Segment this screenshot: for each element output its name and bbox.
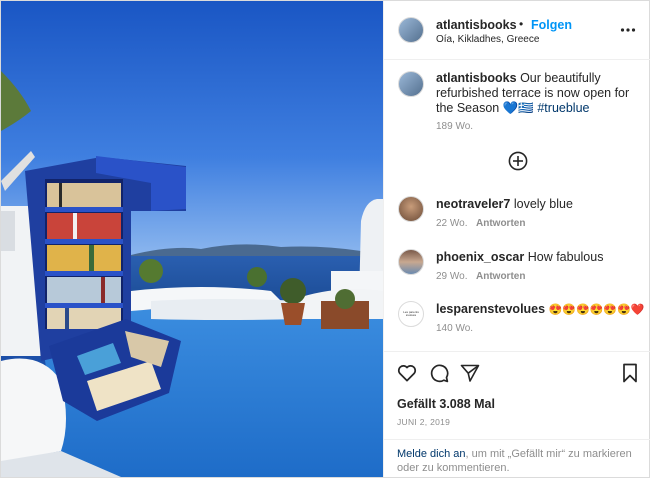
caption-username[interactable]: atlantisbooks	[436, 71, 517, 85]
commenter-avatar[interactable]	[398, 196, 424, 222]
heart-icon[interactable]	[397, 364, 417, 382]
comments-section: atlantisbooks Our beautifully refurbishe…	[384, 59, 650, 351]
avatar-logo-text: Les parents évolués	[403, 310, 419, 317]
terrace-bookshelf-photo	[1, 1, 383, 477]
comment-username[interactable]: lesparenstevolues	[436, 302, 545, 316]
comment-text: How fabulous	[527, 250, 604, 264]
reply-button[interactable]: Antworten	[476, 218, 525, 229]
caption-avatar[interactable]	[398, 71, 424, 97]
comment-age[interactable]: 29 Wo.	[436, 271, 468, 282]
login-prompt: Melde dich an, um mit „Gefällt mir“ zu m…	[384, 439, 650, 478]
post-header: atlantisbooks • Folgen Oía, Kikladhes, G…	[384, 1, 650, 60]
follow-button[interactable]: Folgen	[531, 18, 572, 32]
comment-text: lovely blue	[513, 197, 573, 211]
post-date[interactable]: JUNI 2, 2019	[397, 417, 450, 427]
commenter-avatar[interactable]	[398, 249, 424, 275]
caption-emoji: 💙🇬🇷	[502, 101, 534, 115]
comment-age[interactable]: 140 Wo.	[436, 323, 473, 334]
comment-username[interactable]: phoenix_oscar	[436, 250, 524, 264]
comment-username[interactable]: neotraveler7	[436, 197, 510, 211]
header-separator: •	[519, 17, 524, 31]
comment-icon[interactable]	[429, 363, 449, 383]
hashtag-link[interactable]: #trueblue	[537, 101, 589, 115]
comment-age[interactable]: 22 Wo.	[436, 218, 468, 229]
bookmark-icon[interactable]	[622, 363, 638, 383]
post-sidebar: atlantisbooks • Folgen Oía, Kikladhes, G…	[383, 1, 650, 477]
author-avatar[interactable]	[398, 17, 424, 43]
instagram-post: atlantisbooks • Folgen Oía, Kikladhes, G…	[0, 0, 650, 478]
action-bar: Gefällt 3.088 Mal JUNI 2, 2019	[384, 351, 650, 440]
reply-button[interactable]: Antworten	[476, 271, 525, 282]
comment-text: 😍😍😍😍😍😍❤️	[548, 304, 645, 316]
post-photo[interactable]	[1, 1, 383, 477]
likes-count[interactable]: Gefällt 3.088 Mal	[397, 397, 495, 411]
caption-age[interactable]: 189 Wo.	[436, 121, 473, 132]
post-location[interactable]: Oía, Kikladhes, Greece	[436, 34, 539, 45]
share-icon[interactable]	[460, 363, 480, 383]
caption-body: atlantisbooks Our beautifully refurbishe…	[436, 71, 632, 116]
comment-body: phoenix_oscar How fabulous	[436, 250, 632, 265]
login-link[interactable]: Melde dich an	[397, 448, 466, 460]
commenter-avatar[interactable]: Les parents évolués	[398, 301, 424, 327]
more-horizontal-icon[interactable]	[620, 23, 636, 37]
author-username[interactable]: atlantisbooks	[436, 18, 517, 32]
comment-body: neotraveler7 lovely blue	[436, 197, 632, 212]
comment-body: lesparenstevolues 😍😍😍😍😍😍❤️	[436, 302, 646, 318]
login-prompt-text: Melde dich an, um mit „Gefällt mir“ zu m…	[397, 447, 647, 475]
plus-circle-icon[interactable]	[508, 151, 528, 171]
